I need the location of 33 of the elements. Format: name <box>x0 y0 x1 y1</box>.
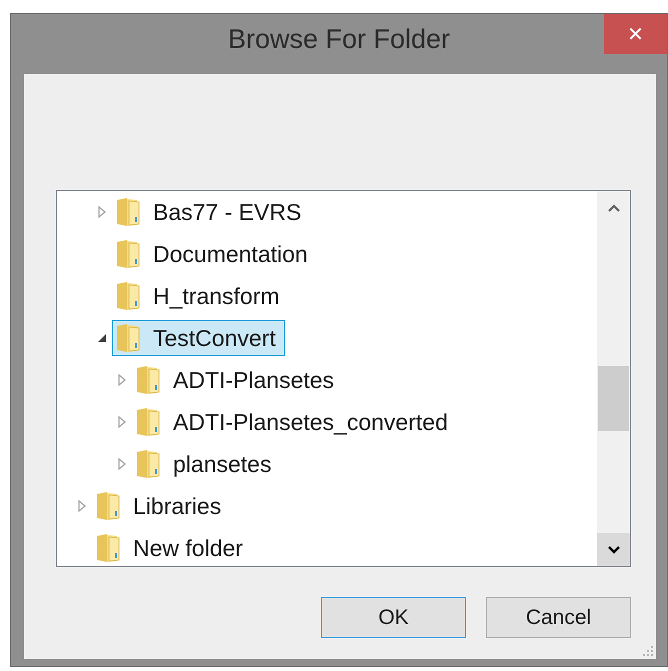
folder-item[interactable]: ADTI-Plansetes <box>132 362 344 398</box>
close-button[interactable]: ✕ <box>604 14 667 54</box>
folder-icon <box>95 533 121 563</box>
resize-grip-icon[interactable] <box>642 645 654 657</box>
expand-arrow-icon[interactable] <box>116 416 128 428</box>
folder-icon <box>95 491 121 521</box>
expand-arrow-icon[interactable] <box>116 458 128 470</box>
expand-arrow-icon[interactable] <box>96 206 108 218</box>
folder-item[interactable]: TestConvert <box>112 320 285 356</box>
window-title: Browse For Folder <box>226 23 452 55</box>
scroll-down-icon[interactable] <box>606 544 620 554</box>
scrollbar[interactable] <box>597 191 630 566</box>
folder-icon <box>135 365 161 395</box>
folder-icon <box>115 239 141 269</box>
folder-item[interactable]: plansetes <box>132 446 280 482</box>
folder-item[interactable]: H_transform <box>112 278 289 314</box>
folder-icon <box>135 449 161 479</box>
expand-arrow-icon[interactable] <box>116 374 128 386</box>
collapse-arrow-icon[interactable] <box>96 332 108 344</box>
folder-item[interactable]: Libraries <box>92 488 230 524</box>
folder-icon <box>115 281 141 311</box>
folder-item[interactable]: Documentation <box>112 236 317 272</box>
scrollbar-thumb[interactable] <box>598 366 629 431</box>
folder-icon <box>115 197 141 227</box>
expand-arrow-icon[interactable] <box>76 500 88 512</box>
folder-item[interactable]: New folder <box>92 530 252 566</box>
scroll-up-icon[interactable] <box>606 202 620 212</box>
folder-item[interactable]: ADTI-Plansetes_converted <box>132 404 457 440</box>
dialog-button[interactable]: OK <box>321 597 466 638</box>
folder-icon <box>135 407 161 437</box>
folder-icon <box>115 323 141 353</box>
dialog-button[interactable]: Cancel <box>486 597 631 638</box>
folder-item[interactable]: Bas77 - EVRS <box>112 194 310 230</box>
